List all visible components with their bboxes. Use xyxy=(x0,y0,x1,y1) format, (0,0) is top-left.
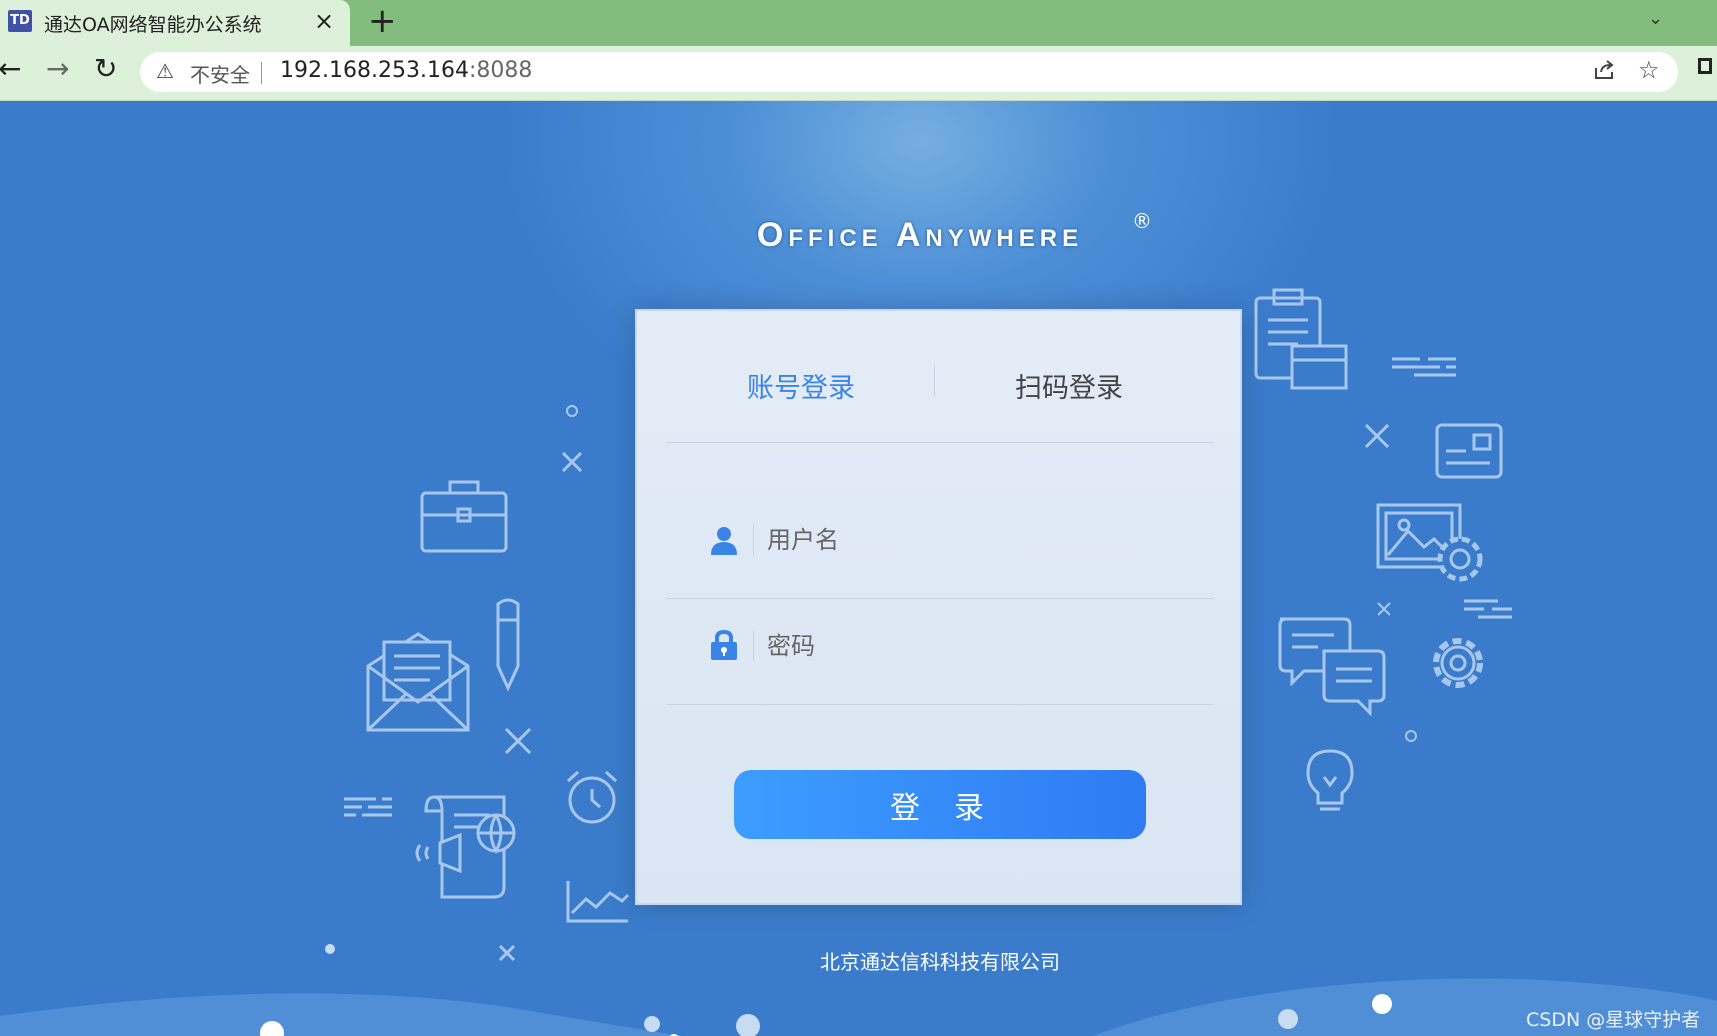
url-port: :8088 xyxy=(468,58,533,83)
small-circle-icon xyxy=(566,405,578,417)
speed-lines-icon xyxy=(1464,599,1512,619)
alarm-clock-icon xyxy=(566,770,618,824)
forward-button[interactable]: → xyxy=(46,52,69,86)
share-icon[interactable] xyxy=(1592,58,1616,88)
security-label[interactable]: 不安全 xyxy=(190,59,250,88)
tabs-divider xyxy=(667,442,1213,443)
tab-qr-login[interactable]: 扫码登录 xyxy=(1015,366,1123,405)
password-input[interactable] xyxy=(767,626,1187,666)
id-card-icon xyxy=(1435,423,1503,479)
pen-icon xyxy=(496,598,520,692)
speed-lines-icon xyxy=(344,797,392,817)
back-button[interactable]: ← xyxy=(0,52,21,86)
registered-mark: ® xyxy=(1132,209,1152,233)
sparkle-x-icon xyxy=(504,727,532,755)
username-input[interactable] xyxy=(767,520,1187,560)
browser-tab-strip: TD 通达OA网络智能办公系统 × + ⌄ xyxy=(0,0,1717,46)
lock-icon xyxy=(711,629,737,660)
chat-bubbles-icon xyxy=(1278,617,1386,717)
address-bar[interactable]: ⚠ 不安全 192.168.253.164:8088 ☆ xyxy=(140,52,1678,92)
username-underline xyxy=(667,598,1213,599)
sidebar-panel-icon[interactable] xyxy=(1698,58,1712,74)
clipboard-icon xyxy=(1254,288,1348,390)
close-tab-icon[interactable]: × xyxy=(314,7,334,35)
tab-title: 通达OA网络智能办公系统 xyxy=(44,14,262,36)
wave-decoration xyxy=(0,978,1717,1036)
password-underline xyxy=(667,704,1213,705)
omnibox-divider xyxy=(261,62,262,84)
login-card: 账号登录 扫码登录 登录 xyxy=(635,309,1242,905)
tab-account-login[interactable]: 账号登录 xyxy=(747,366,855,405)
reload-button[interactable]: ↻ xyxy=(94,52,117,86)
browser-toolbar: ← → ↻ ⚠ 不安全 192.168.253.164:8088 ☆ xyxy=(0,46,1717,101)
sparkle-x-icon xyxy=(561,451,583,473)
mail-letter-icon xyxy=(366,632,470,732)
url-host: 192.168.253.164 xyxy=(280,58,469,83)
speed-lines-icon xyxy=(1392,357,1456,377)
browser-tab[interactable]: TD 通达OA网络智能办公系统 × xyxy=(0,0,350,46)
csdn-watermark: CSDN @星球守护者 xyxy=(1526,1009,1701,1031)
small-circle-icon xyxy=(1405,730,1417,742)
new-tab-button[interactable]: + xyxy=(368,2,397,40)
bookmark-star-icon[interactable]: ☆ xyxy=(1638,56,1660,84)
username-separator xyxy=(753,525,754,555)
briefcase-icon xyxy=(420,480,508,553)
image-settings-icon xyxy=(1376,503,1483,582)
lightbulb-icon xyxy=(1306,749,1354,811)
small-dot-icon xyxy=(325,944,335,954)
gear-icon xyxy=(1433,638,1483,688)
trend-chart-icon xyxy=(566,881,630,923)
company-name: 北京通达信科科技有限公司 xyxy=(820,950,1060,974)
url-text[interactable]: 192.168.253.164:8088 xyxy=(280,58,532,83)
user-icon xyxy=(711,527,737,555)
sparkle-x-icon xyxy=(1364,423,1390,449)
login-button[interactable]: 登录 xyxy=(734,770,1146,839)
login-page: Office Anywhere ® 账号登录 扫码登录 登录 北京通达信科科技有… xyxy=(0,101,1717,1036)
brand-logo-text: Office Anywhere xyxy=(756,216,1084,254)
tab-search-chevron-icon[interactable]: ⌄ xyxy=(1648,8,1663,29)
tab-favicon-icon: TD xyxy=(8,10,32,32)
sparkle-x-icon xyxy=(498,944,516,962)
warning-triangle-icon[interactable]: ⚠ xyxy=(156,59,174,83)
tab-divider xyxy=(934,366,935,396)
password-separator xyxy=(753,631,754,661)
megaphone-globe-icon xyxy=(415,795,516,899)
